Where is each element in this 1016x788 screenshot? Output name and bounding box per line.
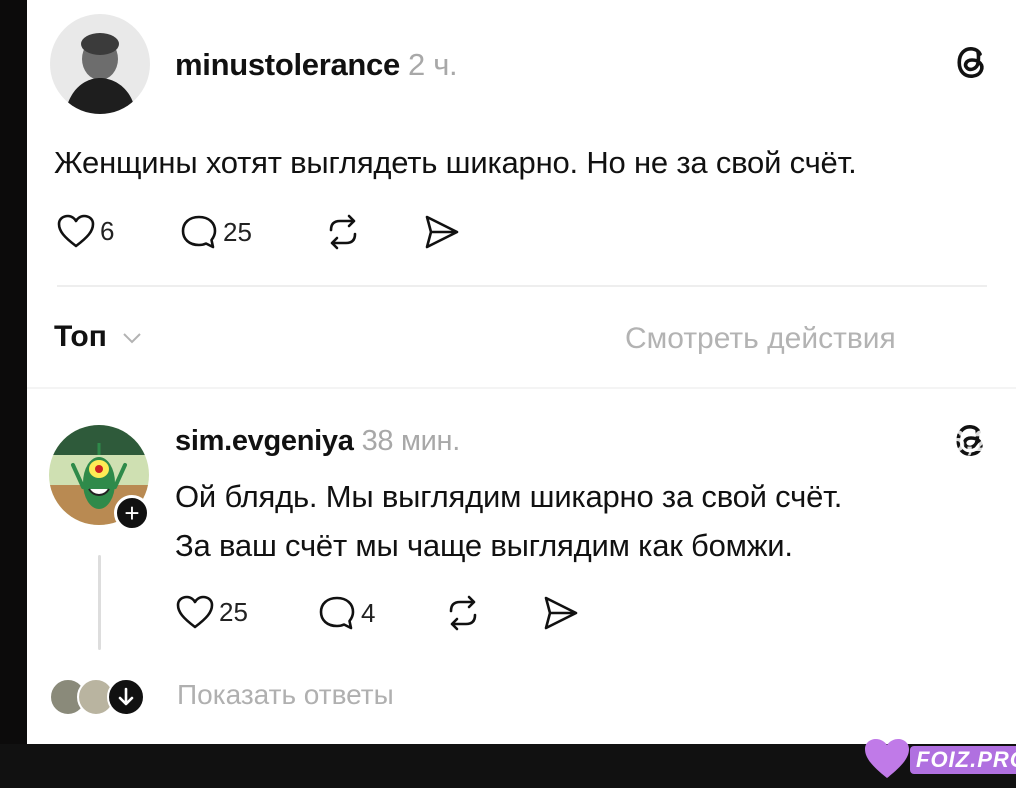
post-author-avatar[interactable] bbox=[50, 14, 150, 114]
expand-replies-icon[interactable] bbox=[107, 678, 145, 716]
reply-comment-count: 4 bbox=[361, 597, 376, 628]
foiz-pro-watermark: FOIZ.PRO bbox=[862, 734, 1016, 784]
show-replies-link[interactable]: Показать ответы bbox=[177, 679, 394, 711]
comment-button[interactable]: 25 bbox=[179, 213, 252, 251]
reply-repost-button[interactable] bbox=[443, 594, 483, 632]
overlay-comments-count: 1,3K bbox=[944, 618, 1008, 651]
reply-text-line-1: Ой блядь. Мы выглядим шикарно за свой сч… bbox=[175, 479, 843, 514]
post-author-name[interactable]: minustolerance 2 ч. bbox=[175, 47, 458, 83]
repost-button[interactable] bbox=[323, 213, 363, 251]
heart-icon bbox=[176, 595, 214, 629]
section-divider bbox=[57, 285, 987, 287]
overlay-comment-icon[interactable] bbox=[948, 516, 1014, 586]
heart-logo-icon bbox=[865, 739, 909, 778]
comment-count: 25 bbox=[223, 216, 252, 247]
reply-author-name[interactable]: sim.evgeniya 38 мин. bbox=[175, 425, 460, 458]
share-icon bbox=[544, 596, 578, 630]
follow-plus-badge[interactable]: + bbox=[114, 495, 150, 531]
reply-time: 38 мин. bbox=[361, 425, 461, 457]
reply-share-button[interactable] bbox=[541, 594, 581, 632]
overlay-heart-icon[interactable] bbox=[945, 325, 1016, 389]
chevron-down-icon bbox=[123, 333, 141, 344]
sort-dropdown[interactable]: Топ bbox=[54, 320, 143, 354]
overlay-likes-count: 66,2K bbox=[932, 425, 1013, 458]
comment-icon bbox=[319, 596, 355, 630]
like-button[interactable]: 6 bbox=[56, 213, 114, 249]
thread-line bbox=[98, 555, 101, 650]
section-divider bbox=[27, 387, 1016, 389]
share-button[interactable] bbox=[422, 213, 462, 251]
repost-icon bbox=[449, 595, 477, 631]
post-text: Женщины хотят выглядеть шикарно. Но не з… bbox=[54, 145, 857, 180]
repost-icon bbox=[329, 214, 357, 250]
like-count: 6 bbox=[100, 215, 115, 246]
post-time: 2 ч. bbox=[407, 47, 458, 82]
reply-like-button[interactable]: 25 bbox=[175, 594, 248, 630]
threads-logo-icon[interactable] bbox=[952, 42, 992, 87]
view-activity-link[interactable]: Смотреть действия bbox=[625, 322, 896, 356]
threads-screenshot-card: minustolerance 2 ч. Женщины хотят выгляде… bbox=[27, 0, 1016, 744]
sort-label: Топ bbox=[54, 320, 107, 353]
comment-icon bbox=[181, 215, 217, 249]
reply-text-line-2: За ваш счёт мы чаще выглядим как бомжи. bbox=[175, 528, 793, 563]
reply-like-count: 25 bbox=[219, 596, 248, 627]
watermark-text: FOIZ.PRO bbox=[910, 746, 1016, 774]
reply-comment-button[interactable]: 4 bbox=[317, 594, 375, 632]
heart-icon bbox=[57, 214, 95, 248]
share-icon bbox=[425, 215, 459, 249]
